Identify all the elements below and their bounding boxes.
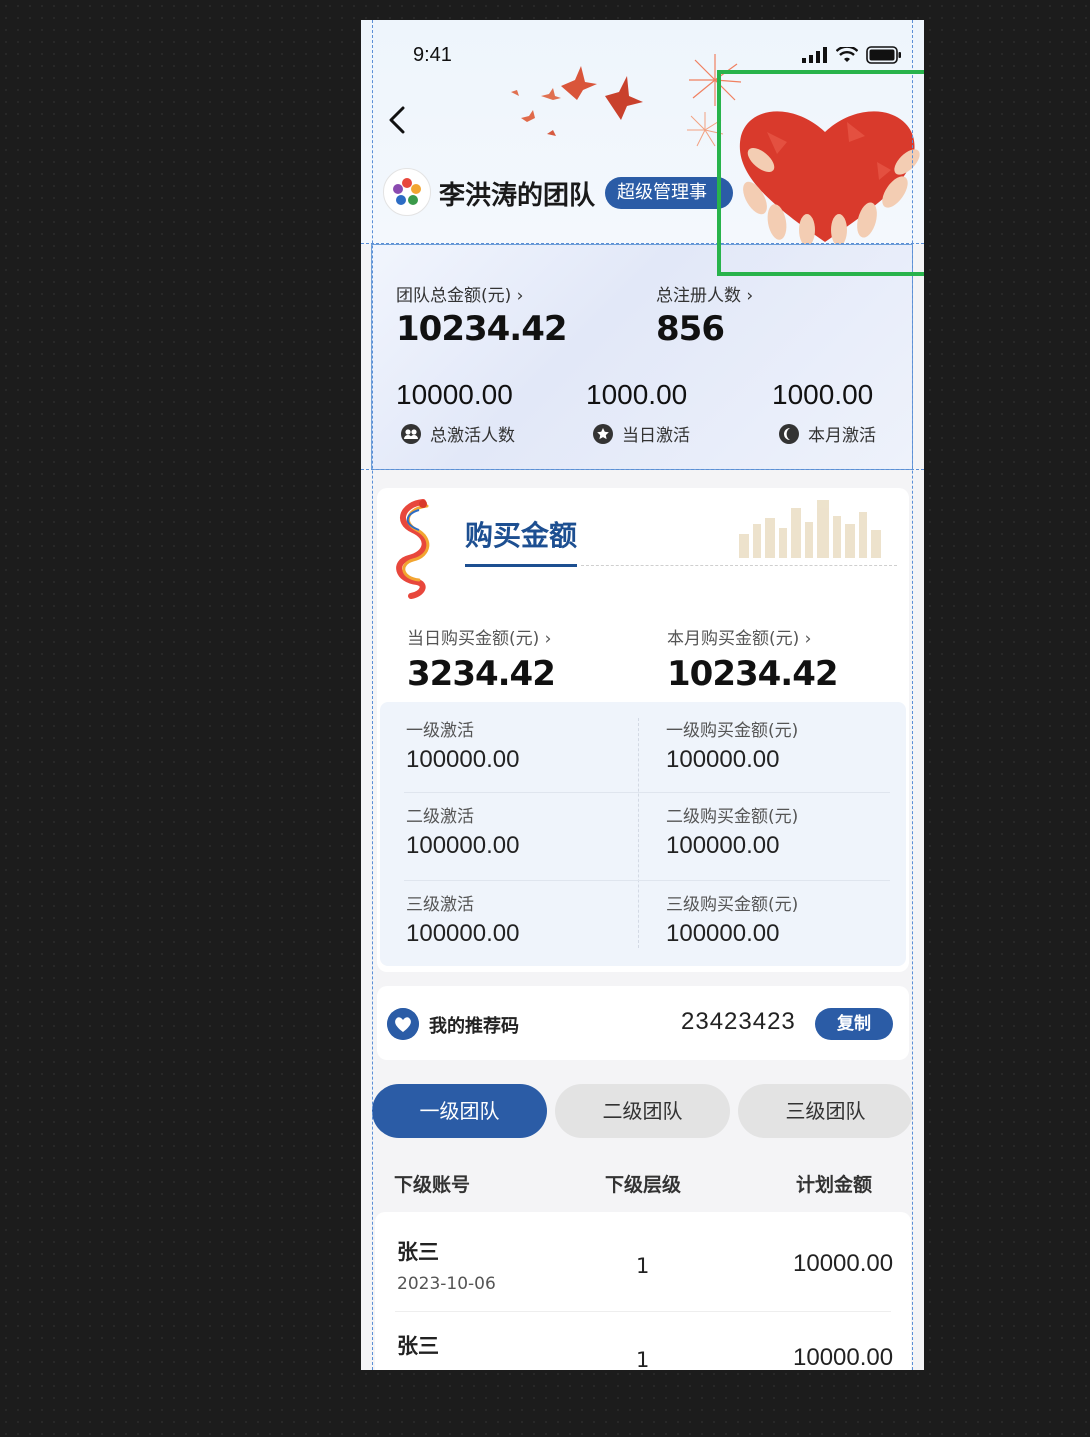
daily-activated-value: 1000.00 bbox=[586, 379, 688, 410]
member-date: 2023-10-06 bbox=[397, 1368, 496, 1370]
grid-divider bbox=[404, 792, 890, 793]
grid-divider bbox=[404, 880, 890, 881]
star-badge-icon bbox=[593, 423, 613, 444]
referral-label: 我的推荐码 bbox=[429, 1016, 519, 1037]
status-icons bbox=[802, 46, 902, 64]
daily-purchase-label[interactable]: 当日购买金额(元) › bbox=[407, 624, 551, 649]
team-stats-card: 团队总金额(元) › 10234.42 总注册人数 › 856 10000.00… bbox=[371, 244, 913, 470]
grid-divider-vertical bbox=[638, 718, 639, 948]
title-underline bbox=[465, 564, 577, 567]
level2-purchase-label: 二级购买金额(元) bbox=[666, 807, 799, 827]
battery-icon bbox=[866, 46, 901, 64]
phone-screen: 9:41 李洪涛的团队 超级管理事 团队总金额(元) › 10234.42 总注… bbox=[361, 20, 924, 1370]
tab-level3-team[interactable]: 三级团队 bbox=[738, 1084, 913, 1138]
total-activated-text: 总激活人数 bbox=[430, 426, 515, 446]
member-amount: 10000.00 bbox=[793, 1250, 894, 1277]
level3-activated-value: 100000.00 bbox=[406, 920, 520, 947]
total-activated-value: 10000.00 bbox=[396, 379, 513, 410]
signal-icon bbox=[802, 47, 827, 63]
team-total-label[interactable]: 团队总金额(元) › bbox=[396, 281, 523, 306]
daily-activated-label: 当日激活 bbox=[592, 421, 690, 446]
level2-activated-label: 二级激活 bbox=[406, 807, 474, 827]
role-badge: 超级管理事 bbox=[605, 177, 733, 209]
purchase-title: 购买金额 bbox=[465, 520, 578, 551]
member-amount: 10000.00 bbox=[793, 1344, 894, 1370]
wifi-icon bbox=[836, 47, 858, 62]
level-stats-grid: 一级激活 100000.00 一级购买金额(元) 100000.00 二级激活 … bbox=[380, 702, 906, 966]
title-divider bbox=[581, 565, 897, 566]
row-divider bbox=[395, 1311, 891, 1312]
member-level: 1 bbox=[636, 1254, 650, 1278]
level1-activated-value: 100000.00 bbox=[406, 746, 520, 773]
moon-icon bbox=[779, 423, 799, 444]
daily-purchase-value: 3234.42 bbox=[407, 654, 556, 694]
member-level: 1 bbox=[636, 1348, 650, 1370]
monthly-activated-text: 本月激活 bbox=[808, 426, 876, 446]
snake-logo-icon bbox=[396, 499, 430, 599]
team-name: 李洪涛的团队 bbox=[439, 180, 596, 210]
team-total-value: 10234.42 bbox=[396, 309, 568, 349]
level1-purchase-value: 100000.00 bbox=[666, 746, 780, 773]
column-header-amount: 计划金额 bbox=[796, 1174, 873, 1196]
member-name: 张三 bbox=[397, 1240, 439, 1264]
column-header-level: 下级层级 bbox=[605, 1174, 682, 1196]
level2-purchase-value: 100000.00 bbox=[666, 832, 780, 859]
heart-icon bbox=[387, 1008, 419, 1040]
tab-level1-team[interactable]: 一级团队 bbox=[372, 1084, 547, 1138]
team-logo-avatar bbox=[383, 168, 431, 216]
referral-code: 23423423 bbox=[681, 1008, 796, 1035]
monthly-purchase-value: 10234.42 bbox=[667, 654, 839, 694]
back-icon[interactable] bbox=[383, 102, 413, 138]
total-activated-label: 总激活人数 bbox=[400, 421, 515, 446]
member-name: 张三 bbox=[397, 1334, 439, 1358]
member-date: 2023-10-06 bbox=[397, 1274, 496, 1294]
guide-line bbox=[372, 20, 373, 1370]
copy-button[interactable]: 复制 bbox=[815, 1008, 893, 1040]
guide-line bbox=[361, 469, 924, 470]
registered-value: 856 bbox=[656, 309, 725, 349]
purchase-card: 购买金额 当日购买金额(元) › 3234.42 本月购买金额(元) › 102… bbox=[377, 488, 909, 972]
tab-level2-team[interactable]: 二级团队 bbox=[555, 1084, 730, 1138]
referral-code-card: 我的推荐码 23423423 复制 bbox=[377, 986, 909, 1060]
registered-label[interactable]: 总注册人数 › bbox=[656, 281, 753, 306]
level1-purchase-label: 一级购买金额(元) bbox=[666, 721, 799, 741]
monthly-purchase-label[interactable]: 本月购买金额(元) › bbox=[667, 624, 811, 649]
monthly-activated-value: 1000.00 bbox=[772, 379, 874, 410]
city-skyline-decoration bbox=[739, 500, 881, 558]
level2-activated-value: 100000.00 bbox=[406, 832, 520, 859]
level3-activated-label: 三级激活 bbox=[406, 895, 474, 915]
level3-purchase-value: 100000.00 bbox=[666, 920, 780, 947]
daily-activated-text: 当日激活 bbox=[622, 426, 690, 446]
team-member-list: 张三 2023-10-06 1 10000.00 张三 2023-10-06 1… bbox=[375, 1212, 911, 1370]
column-header-account: 下级账号 bbox=[394, 1174, 471, 1196]
people-icon bbox=[401, 423, 421, 444]
level3-purchase-label: 三级购买金额(元) bbox=[666, 895, 799, 915]
selection-box bbox=[717, 70, 924, 276]
status-time: 9:41 bbox=[413, 44, 452, 66]
monthly-activated-label: 本月激活 bbox=[778, 421, 876, 446]
level1-activated-label: 一级激活 bbox=[406, 721, 474, 741]
